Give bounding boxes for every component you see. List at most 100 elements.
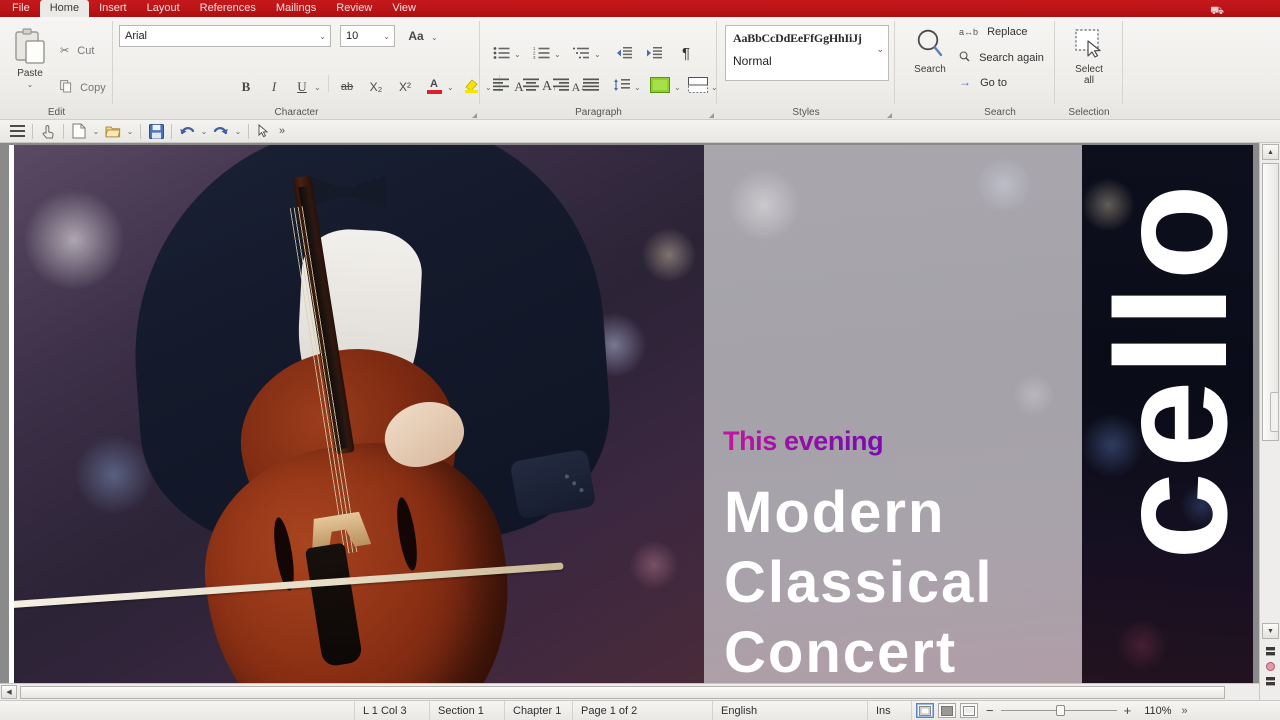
zoom-slider-track[interactable] [1000, 705, 1117, 716]
chevron-down-icon[interactable]: ⌄ [876, 44, 884, 55]
view-print-layout-button[interactable] [916, 703, 934, 718]
chevron-down-icon[interactable]: ⌄ [594, 50, 601, 59]
chevron-down-icon[interactable]: ⌄ [90, 121, 102, 141]
zoom-out-button[interactable]: − [986, 703, 994, 718]
tab-view[interactable]: View [382, 0, 426, 17]
align-right-button[interactable] [550, 77, 572, 95]
font-size-combo[interactable]: 10 ⌄ [340, 25, 395, 47]
zoom-level-label[interactable]: 110% [1135, 701, 1179, 720]
decrease-indent-button[interactable] [613, 45, 635, 63]
save-button[interactable] [145, 121, 167, 141]
main-menu-button[interactable] [6, 121, 28, 141]
formatting-marks-button[interactable]: ¶ [676, 43, 696, 63]
zoom-slider-knob[interactable] [1055, 705, 1065, 716]
tab-insert[interactable]: Insert [89, 0, 137, 17]
strikethrough-button[interactable]: ab [335, 77, 359, 97]
multilevel-list-button[interactable] [570, 45, 592, 63]
touch-mode-button[interactable] [37, 121, 59, 141]
chevron-down-icon[interactable]: ⌄ [634, 83, 641, 92]
previous-page-button[interactable] [1265, 646, 1276, 657]
select-all-button[interactable]: Select all [1061, 27, 1117, 86]
chevron-down-icon[interactable]: ⌄ [124, 121, 136, 141]
tab-review[interactable]: Review [326, 0, 382, 17]
new-document-button[interactable] [68, 121, 90, 141]
redo-button[interactable] [210, 121, 232, 141]
font-name-combo[interactable]: Arial ⌄ [119, 25, 331, 47]
chevron-down-icon[interactable]: ⌄ [447, 83, 454, 92]
search-button[interactable]: Search [903, 27, 957, 75]
tab-layout[interactable]: Layout [137, 0, 190, 17]
chevron-down-icon[interactable]: ⌄ [232, 121, 244, 141]
shading-button[interactable] [648, 77, 672, 96]
chevron-down-icon[interactable]: ⌄ [198, 121, 210, 141]
chevron-down-icon[interactable]: ⌄ [554, 50, 561, 59]
view-reading-layout-button[interactable] [960, 703, 978, 718]
status-chapter[interactable]: Chapter 1 [505, 700, 573, 720]
chevron-down-icon[interactable]: ⌄ [319, 32, 326, 41]
bullet-list-button[interactable] [490, 45, 512, 63]
bullet-list-icon [493, 46, 510, 63]
copy-button[interactable]: Copy [60, 80, 106, 95]
chevron-down-icon[interactable]: ⌄ [4, 79, 56, 90]
subscript-icon: X₂ [369, 80, 383, 94]
italic-button[interactable]: I [264, 77, 284, 97]
borders-button[interactable] [686, 77, 710, 96]
line-spacing-button[interactable] [610, 77, 632, 95]
status-overflow-button[interactable]: » [1180, 701, 1196, 720]
tab-home[interactable]: Home [39, 0, 90, 17]
scroll-down-button[interactable]: ▼ [1262, 623, 1279, 639]
cart-icon[interactable]: ⛟ [1210, 5, 1224, 17]
zoom-in-button[interactable]: + [1124, 703, 1132, 718]
justify-button[interactable] [580, 77, 602, 95]
align-center-button[interactable] [520, 77, 542, 95]
font-color-button[interactable]: A [423, 75, 445, 97]
superscript-button[interactable]: X² [393, 77, 417, 97]
numbered-list-button[interactable]: 1 2 3 [530, 45, 552, 63]
view-web-layout-button[interactable] [938, 703, 956, 718]
tab-references[interactable]: References [190, 0, 266, 17]
status-insert-mode[interactable]: Ins [868, 700, 912, 720]
horizontal-scrollbar[interactable]: ◀ [0, 683, 1259, 700]
toolbar-overflow-button[interactable]: » [275, 121, 289, 141]
chevron-down-icon[interactable]: ⌄ [431, 33, 438, 42]
search-again-button[interactable]: Search again [959, 51, 1044, 65]
status-language[interactable]: English [713, 700, 868, 720]
zoom-control[interactable]: − + [982, 701, 1135, 720]
increase-indent-button[interactable] [643, 45, 665, 63]
open-document-button[interactable] [102, 121, 124, 141]
chevron-down-icon[interactable]: ⌄ [314, 83, 321, 92]
cut-button[interactable]: ✂ Cut [60, 45, 94, 58]
bold-button[interactable]: B [236, 77, 256, 97]
subscript-button[interactable]: X₂ [364, 77, 388, 97]
horizontal-scroll-thumb[interactable] [20, 686, 1225, 699]
status-page-count[interactable]: Page 1 of 2 [573, 700, 713, 720]
status-page-indicator[interactable] [70, 700, 355, 720]
scroll-left-button[interactable]: ◀ [1, 685, 17, 699]
character-dialog-launcher[interactable] [472, 113, 477, 118]
goto-button[interactable]: → Go to [959, 76, 1007, 90]
styles-gallery[interactable]: AaBbCcDdEeFfGgHhIiJj Normal ⌄ [725, 25, 889, 81]
paste-button[interactable]: Paste ⌄ [4, 27, 56, 90]
sidebar-toggle-handle[interactable] [1270, 392, 1279, 432]
select-tool-button[interactable] [253, 121, 275, 141]
chevron-down-icon[interactable]: ⌄ [383, 32, 390, 41]
undo-button[interactable] [176, 121, 198, 141]
chevron-down-icon[interactable]: ⌄ [514, 50, 521, 59]
tab-mailings[interactable]: Mailings [266, 0, 326, 17]
tab-file[interactable]: File [2, 0, 40, 17]
poster-artwork[interactable]: This evening Modern Classical Concert ce… [14, 145, 1253, 690]
scroll-up-button[interactable]: ▲ [1262, 144, 1279, 160]
align-left-button[interactable] [490, 77, 512, 95]
underline-button[interactable]: U [292, 77, 312, 97]
browse-object-button[interactable] [1265, 661, 1276, 672]
styles-dialog-launcher[interactable] [887, 113, 892, 118]
document-canvas[interactable]: This evening Modern Classical Concert ce… [0, 143, 1280, 700]
change-case-button[interactable]: Aa [404, 27, 428, 45]
document-page[interactable]: This evening Modern Classical Concert ce… [9, 145, 1253, 690]
status-cursor-position[interactable]: L 1 Col 3 [355, 700, 430, 720]
replace-button[interactable]: a↔b Replace [959, 26, 1027, 39]
paragraph-dialog-launcher[interactable] [709, 113, 714, 118]
status-section[interactable]: Section 1 [430, 700, 505, 720]
next-page-button[interactable] [1265, 676, 1276, 687]
chevron-down-icon[interactable]: ⌄ [674, 83, 681, 92]
